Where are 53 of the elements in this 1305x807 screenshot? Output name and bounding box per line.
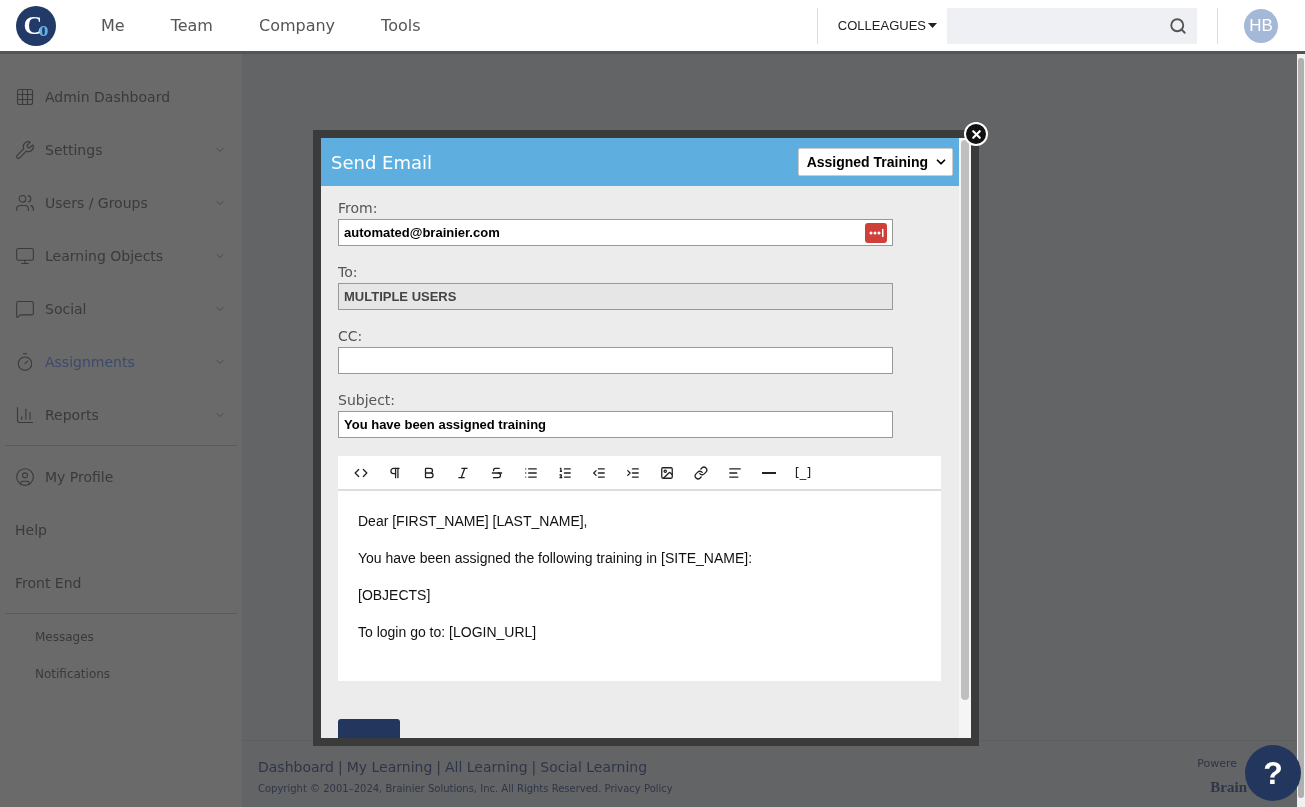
nav-link[interactable]: Tools [381,16,421,35]
stopwatch-icon [15,351,35,372]
strike-icon [490,465,504,480]
field-label: Subject: [338,392,397,408]
body-paragraph: [OBJECTS] [358,587,432,603]
nav-link[interactable]: Team [170,16,213,35]
numbers-icon [558,465,572,480]
nav-link[interactable]: Me [101,16,125,35]
placeholder-button[interactable]: [_] [786,457,820,488]
field-label: CC: [338,328,364,344]
bar-chart-icon [15,404,35,425]
outdent-icon [592,465,606,480]
search-field[interactable] [947,7,1197,44]
dialog-title: Send Email [331,151,432,173]
field-label: From: [338,200,379,216]
input-field[interactable] [338,347,893,374]
logo[interactable]: Co [16,5,56,46]
link-icon [694,465,708,480]
scrollbar[interactable] [1297,54,1305,807]
search-icon [1169,16,1187,35]
bold-icon [422,465,436,480]
password-manager-icon[interactable] [865,222,887,243]
input-field[interactable]: automated@brainier.com [338,219,893,246]
users-icon [15,192,35,213]
italic-icon [456,465,470,480]
body-paragraph: You have been assigned the following training in [SITE_NAME]: [358,550,754,566]
image-icon [660,465,674,480]
close-icon [969,127,983,141]
monitor-icon [15,245,35,266]
wrench-icon [15,139,35,160]
input-field[interactable]: MULTIPLE USERS [338,283,893,310]
separator: | [436,759,441,775]
avatar[interactable]: HB [1244,8,1278,43]
separator: | [337,759,343,775]
separator: | [531,759,537,775]
input-field[interactable]: You have been assigned training [338,411,893,438]
template-select[interactable]: Assigned Training [797,148,953,176]
colleagues-dropdown[interactable]: COLLEAGUES [817,18,947,33]
horizontal-line-icon [762,471,776,474]
caret-icon [928,23,937,28]
align-icon [728,465,742,480]
speech-bubble-icon [15,298,35,319]
body-paragraph: To login go to: [LOGIN_URL] [358,624,538,640]
user-icon [15,466,35,487]
bullets-icon [524,465,538,480]
indent-icon [626,465,640,480]
body-paragraph: Dear [FIRST_NAME] [LAST_NAME], [358,513,589,529]
rich-text-editor[interactable]: [_] Dear [FIRST_NAME] [LAST_NAME], You have been assigned the following training in [SITE_NAME]: [OBJECTS] To login go to: [LOGIN_URL] [338,456,941,681]
nav-link[interactable]: Company [258,16,336,35]
scrollbar[interactable] [959,138,971,738]
field-label: To: [338,264,359,280]
grid-icon [15,86,35,107]
paragraph-icon [388,465,402,480]
